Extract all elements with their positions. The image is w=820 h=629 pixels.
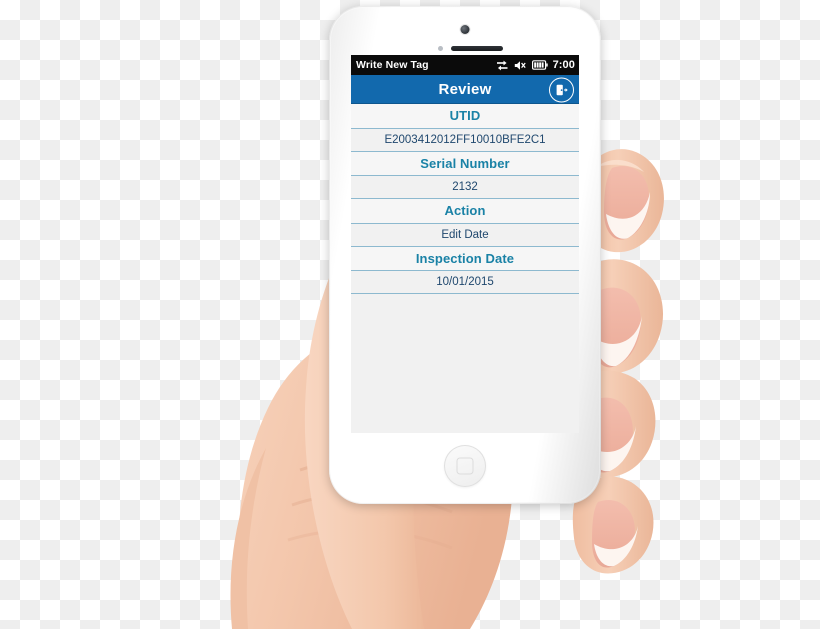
proximity-sensor-icon (438, 46, 443, 51)
field-label-inspection-date: Inspection Date (415, 250, 515, 266)
phone-screen: Write New Tag 7:00 Review UTID E20034120… (351, 55, 579, 433)
review-table: UTID E2003412012FF10010BFE2C1 Serial Num… (351, 104, 579, 433)
volume-mute-icon (514, 60, 527, 71)
table-row: Action (351, 199, 579, 224)
field-value-action: Edit Date (441, 228, 489, 241)
status-bar: Write New Tag 7:00 (351, 55, 579, 75)
table-row: UTID (351, 104, 579, 129)
table-row: 10/01/2015 (351, 271, 579, 294)
table-row: Edit Date (351, 223, 579, 247)
field-value-serial-number: 2132 (452, 181, 478, 193)
status-bar-app-name: Write New Tag (356, 59, 429, 71)
table-row: Inspection Date (351, 246, 579, 271)
exit-door-icon[interactable] (549, 77, 574, 102)
field-value-utid: E2003412012FF10010BFE2C1 (384, 133, 546, 146)
home-button-square-icon (456, 457, 474, 475)
smartphone-device: Write New Tag 7:00 Review UTID E20034120… (329, 6, 601, 504)
table-row: E2003412012FF10010BFE2C1 (351, 128, 579, 152)
status-bar-clock: 7:00 (552, 59, 575, 71)
app-header-bar: Review (351, 75, 579, 104)
earpiece-speaker (451, 46, 503, 51)
data-transfer-icon (496, 60, 509, 71)
field-label-serial-number: Serial Number (420, 155, 510, 171)
scene: Write New Tag 7:00 Review UTID E20034120… (0, 0, 820, 629)
table-row: Serial Number (351, 151, 579, 176)
front-camera-icon (460, 25, 470, 34)
table-empty-space (351, 294, 579, 433)
field-value-inspection-date: 10/01/2015 (436, 276, 494, 288)
device-home-button[interactable] (444, 445, 486, 487)
battery-icon (531, 60, 548, 70)
page-title: Review (438, 81, 492, 98)
table-row: 2132 (351, 176, 579, 199)
field-label-action: Action (444, 203, 486, 219)
field-label-utid: UTID (449, 108, 481, 124)
